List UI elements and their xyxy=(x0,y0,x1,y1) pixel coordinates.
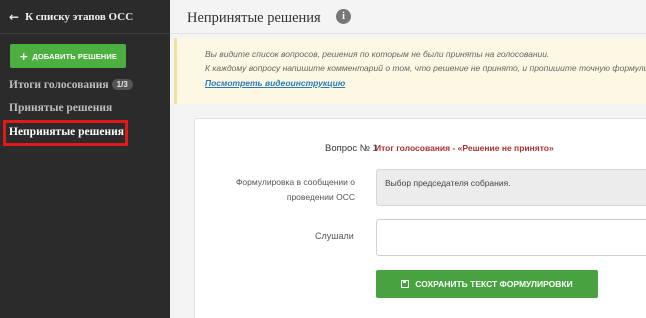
question-number: Вопрос № 1 xyxy=(325,143,378,154)
heard-input[interactable] xyxy=(376,219,646,256)
add-decision-button[interactable]: + ДОБАВИТЬ РЕШЕНИЕ xyxy=(10,44,126,68)
save-formulation-button[interactable]: СОХРАНИТЬ ТЕКСТ ФОРМУЛИРОВКИ xyxy=(376,270,598,298)
sidebar: ← К списку этапов ОСС + ДОБАВИТЬ РЕШЕНИЕ… xyxy=(0,0,170,318)
sidebar-item-voting-results[interactable]: Итоги голосования 1/3 xyxy=(9,79,133,91)
back-to-stages-link[interactable]: ← К списку этапов ОСС xyxy=(9,10,133,24)
notice-line-2: К каждому вопросу напишите комментарий о… xyxy=(205,63,646,73)
plus-icon: + xyxy=(19,49,29,63)
sidebar-item-accepted-decisions[interactable]: Принятые решения xyxy=(9,102,112,114)
save-icon xyxy=(401,280,410,288)
notice-line-1: Вы видите список вопросов, решения по ко… xyxy=(205,49,550,59)
add-decision-label: ДОБАВИТЬ РЕШЕНИЕ xyxy=(32,51,117,61)
video-instruction-link[interactable]: Посмотреть видеоинструкцию xyxy=(205,78,345,88)
active-item-highlight xyxy=(3,120,128,146)
info-icon[interactable]: i xyxy=(336,9,351,24)
formulation-field: Выбор председателя собрания. xyxy=(376,169,646,206)
instruction-notice: Вы видите список вопросов, решения по ко… xyxy=(174,38,646,104)
progress-badge: 1/3 xyxy=(111,79,133,90)
back-link-label: К списку этапов ОСС xyxy=(25,11,134,23)
voting-result: Итог голосования - «Решение не принято» xyxy=(375,143,554,153)
main-content: Непринятые решения i Вы видите список во… xyxy=(170,0,646,318)
formulation-label: Формулировка в сообщении о проведении ОС… xyxy=(235,177,355,202)
page-title: Непринятые решения xyxy=(187,10,321,26)
heard-label: Слушали xyxy=(315,231,354,241)
sidebar-divider xyxy=(0,33,170,34)
arrow-left-icon: ← xyxy=(9,10,20,24)
sidebar-item-label: Итоги голосования xyxy=(9,79,109,91)
page-header: Непринятые решения i xyxy=(170,0,646,34)
question-card: Вопрос № 1 Итог голосования - «Решение н… xyxy=(194,118,646,318)
sidebar-item-label: Принятые решения xyxy=(9,102,113,114)
save-button-label: СОХРАНИТЬ ТЕКСТ ФОРМУЛИРОВКИ xyxy=(415,279,573,289)
